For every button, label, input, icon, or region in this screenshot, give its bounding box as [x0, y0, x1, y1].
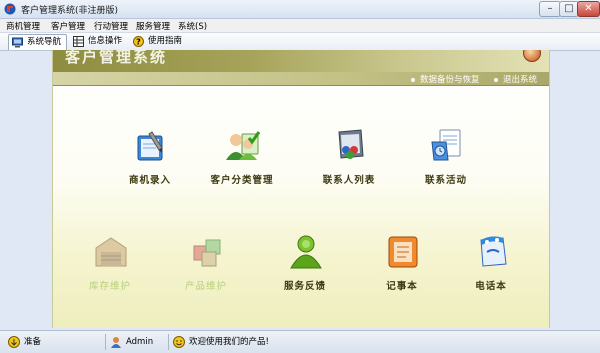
- status-state: 准备: [8, 335, 103, 349]
- user-icon: [111, 337, 121, 348]
- status-bar: 准备 Admin 欢迎使用我们的产品!: [0, 330, 600, 353]
- users-check-icon: [226, 131, 261, 160]
- menu-opportunity[interactable]: 商机管理: [6, 20, 40, 32]
- welcome-icon: [173, 336, 185, 348]
- menu-action[interactable]: 行动管理: [94, 20, 128, 32]
- module-contact-activity[interactable]: 联系活动: [406, 128, 486, 188]
- module-label: 商机录入: [128, 175, 171, 186]
- module-product-maintenance[interactable]: 产品维护: [166, 234, 246, 294]
- tab-bar: 系统导航 信息操作 ? 使用指南: [0, 33, 600, 51]
- module-label: 客户分类管理: [210, 175, 274, 186]
- status-ready-icon: [8, 336, 20, 348]
- maximize-button[interactable]: □: [559, 1, 579, 17]
- backup-restore-link[interactable]: 数据备份与恢复: [411, 73, 480, 85]
- menu-system[interactable]: 系统(S): [178, 20, 207, 32]
- module-label: 联系人列表: [322, 175, 376, 186]
- banner-link-bar: 数据备份与恢复 退出系统: [53, 72, 549, 86]
- menu-bar: 商机管理 客户管理 行动管理 服务管理 系统(S): [0, 19, 600, 33]
- module-label: 产品维护: [184, 281, 227, 292]
- status-user: Admin: [110, 335, 165, 349]
- window-title: 客户管理系统(非注册版): [21, 6, 119, 16]
- tab-label: 使用指南: [148, 36, 183, 46]
- tab-info-operation[interactable]: 信息操作: [70, 34, 126, 49]
- tab-user-guide[interactable]: ? 使用指南: [130, 34, 186, 49]
- help-icon: ?: [133, 36, 144, 47]
- module-label: 联系活动: [424, 175, 467, 186]
- banner-orb-icon: [523, 50, 541, 62]
- tab-label: 信息操作: [88, 36, 123, 46]
- activity-document-icon: [431, 129, 461, 161]
- monitor-icon: [12, 37, 23, 48]
- phonebook-icon: [480, 236, 507, 267]
- support-person-icon: [290, 235, 322, 269]
- close-button[interactable]: ✕: [577, 1, 600, 17]
- title-bar: 客户管理系统(非注册版) – □ ✕: [0, 0, 600, 19]
- grid-icon: [73, 36, 84, 47]
- module-service-feedback[interactable]: 服务反馈: [265, 234, 345, 294]
- status-message: 欢迎使用我们的产品!: [173, 335, 323, 349]
- menu-customer[interactable]: 客户管理: [51, 20, 85, 32]
- banner-title: 客户管理系统: [65, 50, 168, 66]
- tab-label: 系统导航: [27, 37, 62, 47]
- tab-system-navigation[interactable]: 系统导航: [8, 34, 67, 50]
- module-notepad[interactable]: 记事本: [362, 234, 442, 294]
- module-customer-classification[interactable]: 客户分类管理: [202, 128, 282, 188]
- pen-document-icon: [137, 131, 163, 161]
- minimize-button[interactable]: –: [539, 1, 561, 17]
- module-label: 记事本: [386, 281, 418, 292]
- module-contact-list[interactable]: 联系人列表: [309, 128, 389, 188]
- status-divider: [168, 334, 169, 350]
- navigation-panel: 客户管理系统 数据备份与恢复 退出系统 商机录入 客户分类管理 联系人列表 联系…: [52, 50, 550, 328]
- status-divider: [105, 334, 106, 350]
- app-logo-icon: [4, 3, 16, 15]
- module-phonebook[interactable]: 电话本: [451, 234, 531, 294]
- module-label: 库存维护: [88, 281, 131, 292]
- contact-list-icon: [338, 129, 364, 159]
- module-label: 电话本: [475, 281, 507, 292]
- menu-service[interactable]: 服务管理: [136, 20, 170, 32]
- banner: 客户管理系统: [53, 50, 549, 72]
- module-inventory-maintenance[interactable]: 库存维护: [70, 234, 150, 294]
- module-opportunity-entry[interactable]: 商机录入: [110, 128, 190, 188]
- module-label: 服务反馈: [283, 281, 326, 292]
- svg-text:?: ?: [136, 38, 141, 47]
- warehouse-icon: [95, 237, 127, 267]
- exit-system-link[interactable]: 退出系统: [494, 73, 537, 85]
- product-box-icon: [193, 239, 221, 267]
- notepad-icon: [388, 236, 418, 268]
